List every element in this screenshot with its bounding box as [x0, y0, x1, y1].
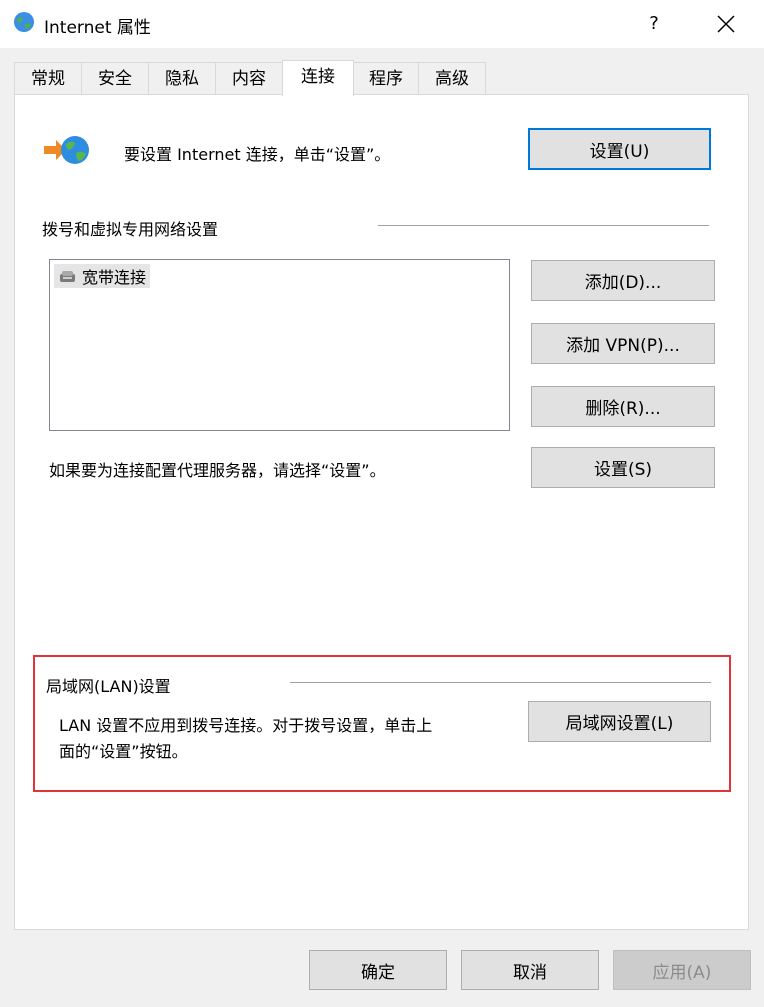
cancel-button[interactable]: 取消: [461, 950, 599, 990]
tab-general[interactable]: 常规: [14, 62, 82, 94]
dialup-connection-list[interactable]: 宽带连接: [49, 259, 510, 431]
close-icon[interactable]: [702, 8, 750, 40]
remove-button[interactable]: 删除(R)...: [531, 386, 715, 427]
tab-connections[interactable]: 连接: [282, 60, 354, 96]
list-item-label: 宽带连接: [82, 268, 147, 287]
tab-advanced[interactable]: 高级: [418, 62, 486, 94]
tab-security[interactable]: 安全: [81, 62, 149, 94]
list-item[interactable]: 宽带连接: [54, 264, 151, 288]
network-connection-icon: [42, 132, 92, 168]
connection-settings-button[interactable]: 设置(S): [531, 447, 715, 488]
help-button[interactable]: ?: [630, 8, 678, 40]
add-button[interactable]: 添加(D)...: [531, 260, 715, 301]
dialup-divider: [378, 225, 709, 226]
globe-icon: [12, 10, 36, 34]
tab-privacy[interactable]: 隐私: [148, 62, 216, 94]
ok-button[interactable]: 确定: [309, 950, 447, 990]
dialup-heading: 拨号和虚拟专用网络设置: [42, 220, 219, 239]
add-vpn-button[interactable]: 添加 VPN(P)...: [531, 323, 715, 364]
proxy-description: 如果要为连接配置代理服务器，请选择“设置”。: [49, 461, 386, 480]
broadband-icon: [58, 268, 78, 284]
setup-button[interactable]: 设置(U): [528, 128, 711, 170]
window-title: Internet 属性: [44, 18, 151, 38]
setup-description: 要设置 Internet 连接，单击“设置”。: [124, 145, 391, 164]
tab-programs[interactable]: 程序: [353, 62, 419, 94]
lan-highlight-box: [33, 655, 731, 792]
tab-content[interactable]: 内容: [215, 62, 283, 94]
apply-button[interactable]: 应用(A): [613, 950, 751, 990]
